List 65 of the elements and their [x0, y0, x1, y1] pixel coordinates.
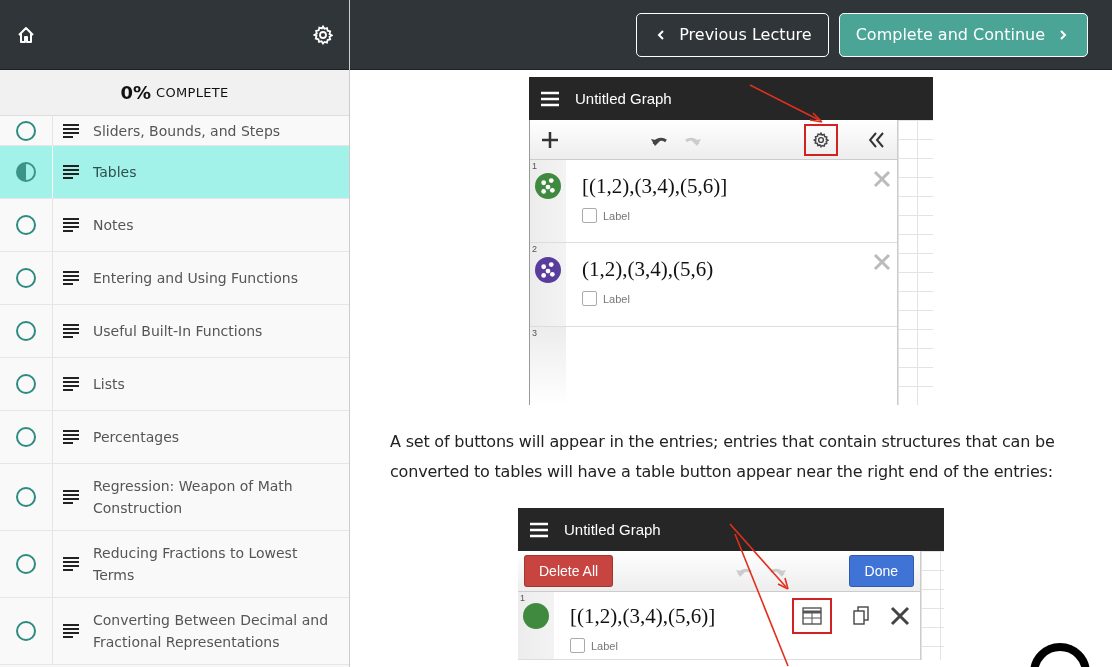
lecture-title: Lists [93, 375, 126, 394]
lecture-item[interactable]: Tables [0, 146, 349, 199]
graph-title: Untitled Graph [575, 90, 672, 107]
color-dot-icon[interactable] [523, 602, 549, 629]
text-lines-icon [63, 557, 79, 571]
lecture-item[interactable]: Sliders, Bounds, and Steps [0, 116, 349, 146]
lecture-title: Sliders, Bounds, and Steps [93, 121, 282, 141]
lecture-item[interactable]: Regression: Weapon of Math Construction [0, 464, 349, 531]
chevron-right-icon [1059, 29, 1067, 40]
checkbox-label: Label [603, 209, 630, 222]
settings-icon[interactable] [813, 131, 829, 148]
entry-number: 3 [532, 327, 537, 338]
duplicate-icon[interactable] [852, 606, 870, 625]
label-checkbox[interactable] [582, 291, 597, 307]
double-chevron-left-icon[interactable] [869, 131, 885, 148]
lecture-item[interactable]: Reducing Fractions to Lowest Terms [0, 531, 349, 598]
lecture-item[interactable]: Percentages [0, 411, 349, 464]
point-style-icon[interactable] [535, 173, 561, 200]
checkbox-label: Label [591, 639, 618, 652]
entry-number: 1 [532, 161, 537, 172]
text-lines-icon [63, 624, 79, 638]
progress-label: COMPLETE [156, 85, 229, 100]
label-checkbox[interactable] [570, 638, 585, 653]
text-lines-icon [63, 218, 79, 232]
lecture-title: Regression: Weapon of Math Construction [93, 477, 294, 518]
text-lines-icon [63, 324, 79, 338]
text-lines-icon [63, 430, 79, 444]
lecture-title: Useful Built-In Functions [93, 322, 264, 341]
lecture-title: Notes [93, 216, 135, 235]
lecture-title: Converting Between Decimal and Fractional Representations [93, 611, 330, 652]
menu-icon[interactable] [541, 90, 559, 107]
math-expression[interactable]: (1,2),(3,4),(5,6) [582, 257, 873, 283]
table-icon[interactable] [802, 606, 822, 625]
lecture-item[interactable]: Useful Built-In Functions [0, 305, 349, 358]
math-expression[interactable]: [(1,2),(3,4),(5,6)] [582, 174, 873, 200]
text-lines-icon [63, 165, 79, 179]
delete-icon[interactable] [890, 605, 910, 626]
checkbox-label: Label [603, 292, 630, 305]
entry-number: 1 [520, 593, 525, 603]
lecture-item[interactable]: Entering and Using Functions [0, 252, 349, 305]
label-checkbox[interactable] [582, 208, 597, 224]
text-lines-icon [63, 271, 79, 285]
lecture-title: Reducing Fractions to Lowest Terms [93, 544, 299, 585]
math-expression[interactable]: [(1,2),(3,4),(5,6)] [570, 604, 792, 629]
text-lines-icon [63, 123, 79, 138]
graph-title: Untitled Graph [564, 521, 661, 538]
progress-percent: 0% [120, 82, 152, 103]
lesson-paragraph: A set of buttons will appear in the entries; entries that contain structures that can be converted to tables will have a table button appear near the right end of the entries: [390, 431, 1056, 483]
text-lines-icon [63, 490, 79, 504]
lecture-title: Tables [93, 163, 138, 182]
point-style-icon[interactable] [535, 256, 561, 283]
delete-all-button[interactable]: Delete All [524, 555, 614, 587]
menu-icon[interactable] [530, 521, 548, 538]
text-lines-icon [63, 377, 79, 391]
entry-number: 2 [532, 244, 537, 255]
home-icon[interactable] [16, 24, 36, 45]
done-button[interactable]: Done [848, 555, 914, 587]
lecture-item[interactable]: Notes [0, 199, 349, 252]
lecture-title: Percentages [93, 428, 181, 447]
lecture-title: Entering and Using Functions [93, 269, 299, 288]
chevron-left-icon [657, 29, 666, 40]
lecture-item[interactable]: Lists [0, 358, 349, 411]
lecture-item[interactable]: Converting Between Decimal and Fractional Representations [0, 598, 349, 665]
plus-icon[interactable] [542, 131, 558, 148]
previous-lecture-button[interactable]: Previous Lecture [636, 12, 829, 57]
